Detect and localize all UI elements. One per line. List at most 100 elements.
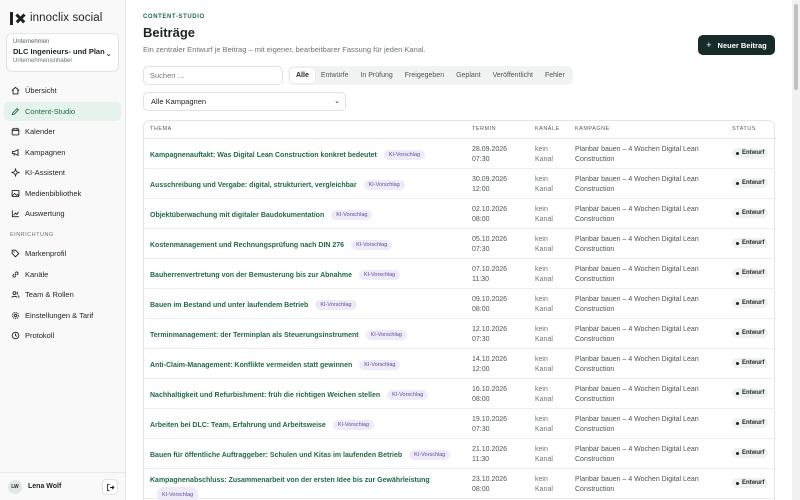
sidebar: innoclix social Unternehmen DLC Ingenieu… [0,0,126,500]
post-topic-text[interactable]: Bauen im Bestand und unter laufendem Bet… [150,302,308,309]
sidebar-item-uebersicht[interactable]: Übersicht [4,81,121,100]
table-row[interactable]: Arbeiten bei DLC: Team, Erfahrung und Ar… [144,409,774,439]
tab-in-pruefung[interactable]: In Prüfung [354,68,398,83]
post-date: 07.10.2026 [472,266,508,273]
page-scrollbar[interactable] [792,0,800,500]
tab-veroeffentlicht[interactable]: Veröffentlicht [487,68,539,83]
status-dot-icon [736,211,739,215]
post-topic[interactable]: Kampagnenabschluss: Zusammenarbeit von d… [150,475,450,500]
status-label: Entwurf [742,480,765,486]
sidebar-item-markenprofil[interactable]: Markenprofil [4,244,121,263]
post-topic[interactable]: Bauherrenvertretung von der Bemusterung … [150,270,401,280]
sidebar-item-kampagnen[interactable]: Kampagnen [4,143,121,162]
post-topic[interactable]: Nachhaltigkeit und Refurbishment: früh d… [150,390,429,400]
sidebar-item-label: Protokoll [25,331,55,340]
post-topic[interactable]: Objektüberwachung mit digitaler Baudokum… [150,210,373,220]
table-row[interactable]: Bauen im Bestand und unter laufendem Bet… [144,289,774,319]
page-eyebrow: CONTENT-STUDIO [143,14,205,20]
table-row[interactable]: Objektüberwachung mit digitaler Baudokum… [144,199,774,229]
table-row[interactable]: Bauherrenvertretung von der Bemusterung … [144,259,774,289]
table-row[interactable]: Kampagnenauftakt: Was Digital Lean Const… [144,139,774,169]
post-topic-text[interactable]: Objektüberwachung mit digitaler Baudokum… [150,212,324,219]
post-topic[interactable]: Ausschreibung und Vergabe: digital, stru… [150,180,405,190]
table-row[interactable]: Nachhaltigkeit und Refurbishment: früh d… [144,379,774,409]
table-header: THEMA TERMIN KANÄLE KAMPAGNE STATUS [144,121,774,139]
post-topic-text[interactable]: Ausschreibung und Vergabe: digital, stru… [150,182,357,189]
scrollbar-thumb[interactable] [794,4,798,90]
ki-suggestion-badge: KI-Vorschlag [351,240,393,250]
new-post-button[interactable]: + Neuer Beitrag [698,35,775,55]
status-dot-icon [736,391,739,395]
ki-suggestion-badge: KI-Vorschlag [359,270,401,280]
post-campaign-line2: Construction [575,396,615,403]
post-topic-text[interactable]: Nachhaltigkeit und Refurbishment: früh d… [150,392,380,399]
post-campaign-line2: Construction [575,276,615,283]
sidebar-item-kalender[interactable]: Kalender [4,122,121,141]
post-topic[interactable]: Terminmanagement: der Terminplan als Ste… [150,330,407,340]
post-topic[interactable]: Bauen im Bestand und unter laufendem Bet… [150,300,357,310]
post-campaign-line2: Construction [575,156,615,163]
sidebar-item-medienbibliothek[interactable]: Medienbibliothek [4,184,121,203]
logout-button[interactable] [102,479,118,495]
post-date: 23.10.2026 [472,476,508,483]
post-topic[interactable]: Kampagnenauftakt: Was Digital Lean Const… [150,150,426,160]
sidebar-item-einstellungen-tarif[interactable]: Einstellungen & Tarif [4,306,121,325]
link-icon [10,269,20,279]
post-campaign-line2: Construction [575,426,615,433]
status-badge: Entwurf [732,358,769,368]
tab-fehler[interactable]: Fehler [539,68,571,83]
settings-nav: Markenprofil Kanäle Team & Rollen Einste… [4,244,121,347]
post-channel-line2: Kanal [535,396,553,403]
column-header-term[interactable]: TERMIN [472,126,496,132]
column-header-topic[interactable]: THEMA [150,126,172,132]
table-row[interactable]: Ausschreibung und Vergabe: digital, stru… [144,169,774,199]
table-row[interactable]: Terminmanagement: der Terminplan als Ste… [144,319,774,349]
post-time: 12:00 [472,186,490,193]
ki-suggestion-badge: KI-Vorschlag [315,300,357,310]
post-topic-text[interactable]: Kampagnenauftakt: Was Digital Lean Const… [150,152,377,159]
post-schedule: 07.10.2026 11:30 [472,265,507,285]
table-row[interactable]: Kostenmanagement und Rechnungsprüfung na… [144,229,774,259]
sidebar-item-team-rollen[interactable]: Team & Rollen [4,285,121,304]
avatar[interactable]: LW [8,479,22,494]
tab-alle[interactable]: Alle [290,68,315,83]
ki-suggestion-badge: KI-Vorschlag [409,450,451,460]
post-topic-text[interactable]: Terminmanagement: der Terminplan als Ste… [150,332,359,339]
table-row[interactable]: Bauen für öffentliche Auftraggeber: Schu… [144,439,774,469]
sidebar-item-ki-assistent[interactable]: KI-Assistent [4,163,121,182]
post-time: 07:30 [472,246,490,253]
sidebar-item-auswertung[interactable]: Auswertung [4,204,121,223]
post-topic[interactable]: Bauen für öffentliche Auftraggeber: Schu… [150,450,451,460]
post-topic[interactable]: Anti-Claim-Management: Konflikte vermeid… [150,360,401,370]
campaign-select[interactable]: Alle Kampagnen ⌄ [143,92,346,111]
post-topic-text[interactable]: Arbeiten bei DLC: Team, Erfahrung und Ar… [150,422,326,429]
company-switcher[interactable]: Unternehmen DLC Ingenieurs- und Planu Un… [6,33,119,72]
post-channel-line2: Kanal [535,246,553,253]
sidebar-item-protokoll[interactable]: Protokoll [4,326,121,345]
app-logo[interactable]: innoclix social [10,10,102,26]
post-campaign-line1: Planbar bauen – 4 Wochen Digital Lean [575,446,699,453]
tab-freigegeben[interactable]: Freigegeben [399,68,450,83]
post-campaign-line2: Construction [575,306,615,313]
sidebar-item-kanaele[interactable]: Kanäle [4,265,121,284]
sidebar-item-content-studio[interactable]: Content-Studio [4,101,121,121]
tab-geplant[interactable]: Geplant [450,68,487,83]
page-subtitle: Ein zentraler Entwurf je Beitrag – mit e… [143,45,426,54]
table-row[interactable]: Anti-Claim-Management: Konflikte vermeid… [144,349,774,379]
post-topic-text[interactable]: Bauen für öffentliche Auftraggeber: Schu… [150,452,402,459]
post-topic[interactable]: Arbeiten bei DLC: Team, Erfahrung und Ar… [150,420,374,430]
search-input[interactable] [143,66,283,85]
new-post-label: Neuer Beitrag [717,40,767,50]
post-date: 09.10.2026 [472,296,508,303]
post-topic-text[interactable]: Kostenmanagement und Rechnungsprüfung na… [150,242,344,249]
tab-entwuerfe[interactable]: Entwürfe [315,68,355,83]
post-topic-text[interactable]: Bauherrenvertretung von der Bemusterung … [150,272,352,279]
status-badge: Entwurf [732,148,769,158]
post-time: 08:00 [472,306,490,313]
post-topic[interactable]: Kostenmanagement und Rechnungsprüfung na… [150,240,393,250]
post-channel-line1: kein [535,206,548,213]
post-topic-text[interactable]: Kampagnenabschluss: Zusammenarbeit von d… [150,477,430,484]
status-label: Entwurf [742,270,765,276]
post-topic-text[interactable]: Anti-Claim-Management: Konflikte vermeid… [150,362,352,369]
table-row[interactable]: Kampagnenabschluss: Zusammenarbeit von d… [144,469,774,500]
